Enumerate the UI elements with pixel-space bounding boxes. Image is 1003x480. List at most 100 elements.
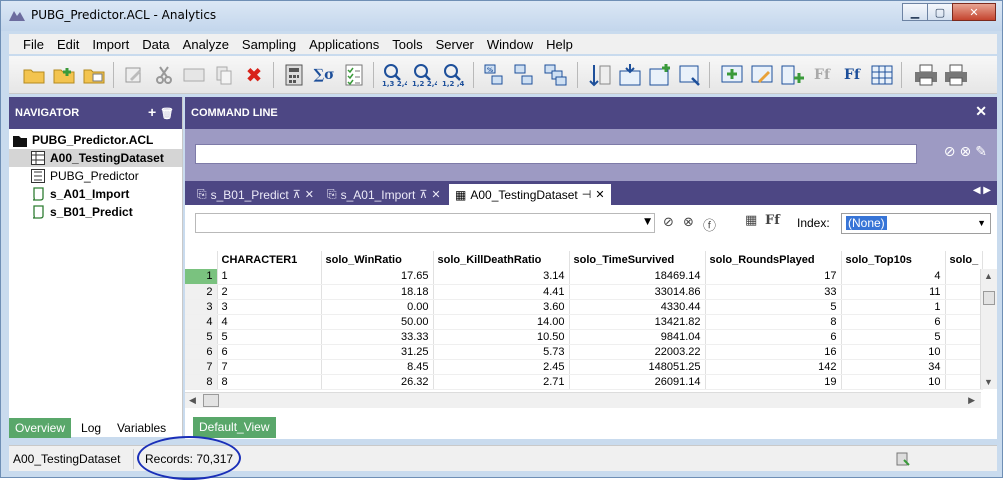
table-row[interactable]: 4 4 50.00 14.00 13421.82 8 6 <box>185 314 984 330</box>
row-number[interactable]: 1 <box>185 269 218 285</box>
tree-project-node[interactable]: PUBG_Predictor.ACL <box>9 131 182 149</box>
trash-icon[interactable]: 🗑 <box>160 108 174 120</box>
menu-applications[interactable]: Applications <box>309 37 379 52</box>
tab-default-view[interactable]: Default_View <box>193 417 276 438</box>
tab-predict-script[interactable]: ⎘ s_B01_Predict ⊼ ✕ <box>191 184 320 205</box>
add-icon[interactable]: + <box>148 104 156 120</box>
pin-icon[interactable]: ⊣ <box>582 188 592 201</box>
table-row[interactable]: 8 8 26.32 2.71 26091.14 19 10 <box>185 374 984 390</box>
table-cell[interactable]: 3.60 <box>433 299 570 315</box>
statistics-icon[interactable]: ∑σ <box>311 62 337 88</box>
table-cell[interactable]: 5 <box>841 329 946 345</box>
column-header[interactable]: solo_RoundsPlayed <box>705 251 842 269</box>
table-cell[interactable] <box>945 359 984 375</box>
tree-item-testing-dataset[interactable]: A00_TestingDataset <box>9 149 182 167</box>
column-header[interactable]: solo_KillDeathRatio <box>433 251 570 269</box>
row-number[interactable]: 6 <box>185 344 218 360</box>
edit-command-icon[interactable]: ✎ <box>975 144 987 160</box>
table-row[interactable]: 2 2 18.18 4.41 33014.86 33 11 <box>185 284 984 300</box>
menu-server[interactable]: Server <box>436 37 474 52</box>
table-cell[interactable]: 4 <box>841 269 946 285</box>
table-cell[interactable]: 6 <box>841 314 946 330</box>
table-cell[interactable]: 148051.25 <box>569 359 706 375</box>
table-cell[interactable]: 11 <box>841 284 946 300</box>
table-cell[interactable]: 9841.04 <box>569 329 706 345</box>
menu-window[interactable]: Window <box>487 37 533 52</box>
menu-sampling[interactable]: Sampling <box>242 37 296 52</box>
menu-analyze[interactable]: Analyze <box>183 37 229 52</box>
print-preview-icon[interactable] <box>943 62 969 88</box>
pin-icon[interactable]: ⊼ <box>419 188 427 201</box>
table-cell[interactable]: 17 <box>705 269 842 285</box>
sort-icon[interactable] <box>587 62 613 88</box>
new-project-icon[interactable] <box>51 62 77 88</box>
remove-filter-icon[interactable]: ⊗ <box>683 215 694 230</box>
duplicates-icon[interactable]: 1,2 ,4 <box>441 62 467 88</box>
tree-item-import-script[interactable]: s_A01_Import <box>9 185 182 203</box>
filter-field-icon[interactable]: Ff <box>765 213 780 228</box>
close-tab-icon[interactable]: ✕ <box>595 188 604 201</box>
table-cell[interactable]: 18.18 <box>321 284 434 300</box>
vertical-scroll-thumb[interactable] <box>983 291 995 305</box>
run-check-icon[interactable]: ⊘ <box>944 144 956 160</box>
extract-icon[interactable] <box>617 62 643 88</box>
calculator-icon[interactable] <box>281 62 307 88</box>
table-cell[interactable] <box>945 329 984 345</box>
apply-filter-icon[interactable]: ⊘ <box>663 215 674 230</box>
table-cell[interactable] <box>945 344 984 360</box>
age-icon[interactable] <box>513 62 539 88</box>
row-number[interactable]: 7 <box>185 359 218 375</box>
close-tab-icon[interactable]: ✕ <box>431 188 440 201</box>
row-number[interactable]: 8 <box>185 374 218 390</box>
table-row[interactable]: 6 6 31.25 5.73 22003.22 16 10 <box>185 344 984 360</box>
table-cell[interactable]: 2.71 <box>433 374 570 390</box>
gaps-icon[interactable]: 1,2 2,4 <box>411 62 437 88</box>
table-cell[interactable]: 50.00 <box>321 314 434 330</box>
table-row[interactable]: 7 7 8.45 2.45 148051.25 142 34 <box>185 359 984 375</box>
menu-help[interactable]: Help <box>546 37 573 52</box>
column-header[interactable]: CHARACTER1 <box>217 251 322 269</box>
table-cell[interactable]: 10 <box>841 374 946 390</box>
horizontal-scrollbar[interactable]: ◀ ▶ <box>185 392 981 408</box>
tab-overview[interactable]: Overview <box>9 418 72 438</box>
tab-log[interactable]: Log <box>75 418 107 438</box>
table-cell[interactable]: 6 <box>217 344 322 360</box>
table-cell[interactable]: 16 <box>705 344 842 360</box>
tab-scroll-arrows[interactable]: ◀ ▶ <box>973 185 991 196</box>
menu-file[interactable]: File <box>23 37 44 52</box>
scroll-left-icon[interactable]: ◀ <box>189 395 196 406</box>
table-cell[interactable]: 8.45 <box>321 359 434 375</box>
table-cell[interactable]: 1 <box>841 299 946 315</box>
table-cell[interactable]: 4 <box>217 314 322 330</box>
stratify-icon[interactable]: % <box>483 62 509 88</box>
table-cell[interactable]: 5 <box>705 299 842 315</box>
minimize-button[interactable]: ▁ <box>902 3 928 21</box>
tab-testing-dataset[interactable]: ▦ A00_TestingDataset ⊣ ✕ <box>449 184 611 205</box>
table-cell[interactable] <box>945 299 984 315</box>
menu-tools[interactable]: Tools <box>392 37 422 52</box>
table-cell[interactable] <box>945 269 984 285</box>
table-cell[interactable]: 13421.82 <box>569 314 706 330</box>
tree-item-predict-script[interactable]: s_B01_Predict <box>9 203 182 221</box>
tab-variables[interactable]: Variables <box>111 418 172 438</box>
column-header[interactable]: solo_TimeSurvived <box>569 251 706 269</box>
table-cell[interactable]: 31.25 <box>321 344 434 360</box>
table-cell[interactable] <box>945 374 984 390</box>
chevron-down-icon[interactable]: ▼ <box>644 217 651 227</box>
filter-icon[interactable]: Ff <box>809 62 835 88</box>
table-row[interactable]: 1 1 17.65 3.14 18469.14 17 4 <box>185 269 984 285</box>
table-cell[interactable]: 4330.44 <box>569 299 706 315</box>
table-cell[interactable]: 8 <box>217 374 322 390</box>
filter-expression-icon[interactable]: ⓕ <box>703 215 716 234</box>
cut-icon[interactable] <box>151 62 177 88</box>
close-window-button[interactable]: ✕ <box>952 3 996 21</box>
column-header[interactable]: solo_WinRatio <box>321 251 434 269</box>
chevron-down-icon[interactable]: ▼ <box>977 218 986 228</box>
table-cell[interactable]: 8 <box>705 314 842 330</box>
open-project-icon[interactable] <box>81 62 107 88</box>
clear-icon[interactable]: ⊗ <box>960 144 972 160</box>
checklist-icon[interactable] <box>341 62 367 88</box>
table-cell[interactable]: 142 <box>705 359 842 375</box>
table-cell[interactable] <box>945 284 984 300</box>
row-number[interactable]: 5 <box>185 329 218 345</box>
